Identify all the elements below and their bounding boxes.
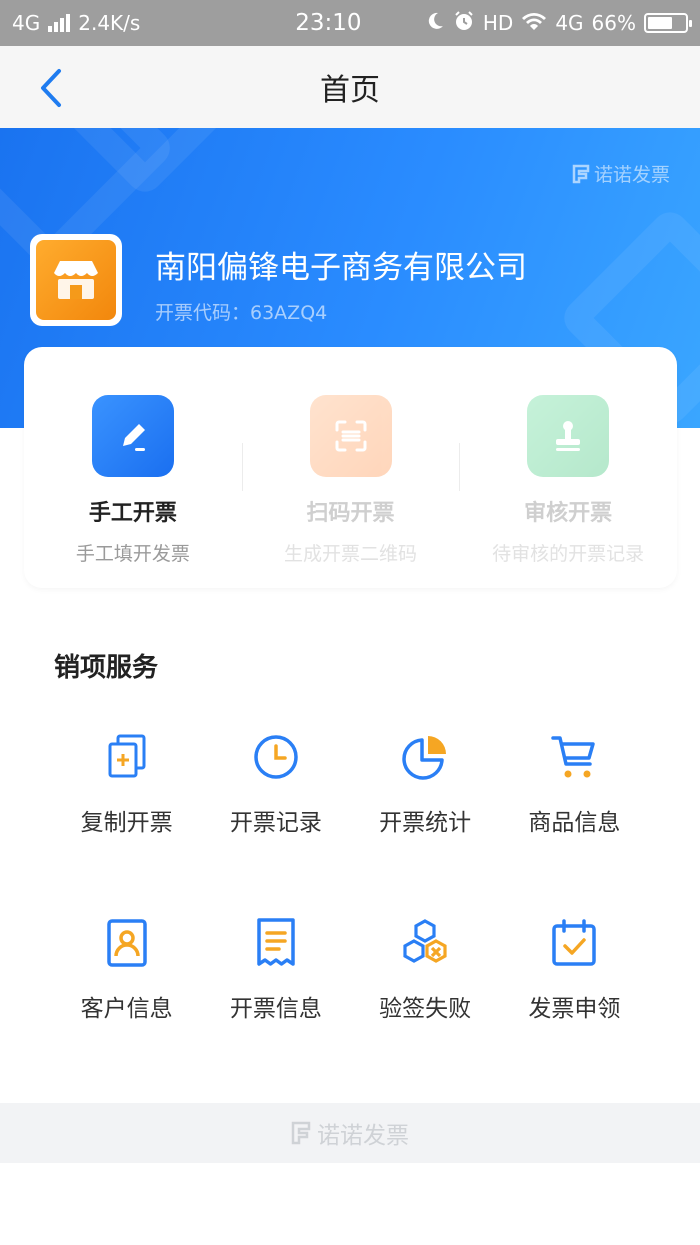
battery-icon <box>644 13 692 33</box>
quick-actions-card: 手工开票 手工填开发票 扫码开票 生成开票二维码 审核开票 待审核的开票记录 <box>24 347 677 588</box>
network-speed: 2.4K/s <box>78 11 141 35</box>
brand-logo-icon <box>572 164 590 183</box>
service-label: 验签失败 <box>379 996 472 1022</box>
service-label: 开票记录 <box>229 810 322 836</box>
scan-icon <box>309 395 392 477</box>
quick-action-title: 扫码开票 <box>306 501 395 526</box>
service-label: 客户信息 <box>80 996 173 1022</box>
quick-action-subtitle: 生成开票二维码 <box>284 543 418 565</box>
calendar-check-icon <box>546 915 602 971</box>
wifi-icon <box>521 11 547 36</box>
footer-brand: 诺诺发票 <box>0 1103 700 1163</box>
nav-bar: 首页 <box>0 46 700 128</box>
signal-icon <box>48 14 71 32</box>
hd-label: HD <box>482 11 514 35</box>
cart-icon <box>546 729 602 785</box>
back-button[interactable] <box>30 66 70 110</box>
service-invoice-application[interactable]: 发票申领 <box>500 915 649 1023</box>
network-label-2: 4G <box>555 11 584 35</box>
company-name: 南阳偏锋电子商务有限公司 <box>155 250 527 286</box>
service-invoice-info[interactable]: 开票信息 <box>201 915 350 1023</box>
invoice-code: 开票代码：63AZQ4 <box>155 302 328 324</box>
service-customer-info[interactable]: 客户信息 <box>52 915 201 1023</box>
sales-services-card: 销项服务 复制开票 开票记录 开票统计 商品信息 客户信息 开票信息 验签失败 … <box>24 611 677 1103</box>
pie-chart-icon <box>397 729 453 785</box>
brand-name: 诺诺发票 <box>593 164 670 186</box>
alarm-icon <box>453 10 475 37</box>
footer-brand-name: 诺诺发票 <box>317 1123 409 1149</box>
moon-icon <box>425 11 445 36</box>
service-invoice-records[interactable]: 开票记录 <box>201 729 350 837</box>
chevron-left-icon <box>41 69 61 107</box>
service-label: 开票统计 <box>379 810 472 836</box>
scan-invoice-button[interactable]: 扫码开票 生成开票二维码 <box>241 347 460 588</box>
contact-card-icon <box>99 915 155 971</box>
brand-logo-icon <box>291 1121 311 1145</box>
service-sign-verify-failed[interactable]: 验签失败 <box>351 915 500 1023</box>
service-invoice-stats[interactable]: 开票统计 <box>351 729 500 837</box>
service-label: 复制开票 <box>80 810 173 836</box>
service-label: 发票申领 <box>528 996 621 1022</box>
service-label: 商品信息 <box>528 810 621 836</box>
service-product-info[interactable]: 商品信息 <box>500 729 649 837</box>
services-grid: 复制开票 开票记录 开票统计 商品信息 客户信息 开票信息 验签失败 发票申领 <box>52 729 649 1023</box>
brand-watermark: 诺诺发票 <box>572 160 670 187</box>
battery-percent: 66% <box>591 11 636 35</box>
manual-invoice-button[interactable]: 手工开票 手工填开发票 <box>24 347 242 588</box>
quick-action-title: 审核开票 <box>524 501 613 526</box>
receipt-icon <box>248 915 304 971</box>
service-label: 开票信息 <box>229 996 322 1022</box>
quick-action-subtitle: 手工填开发票 <box>75 543 190 565</box>
quick-action-subtitle: 待审核的开票记录 <box>492 543 645 565</box>
network-label: 4G <box>12 11 41 35</box>
clock-icon <box>248 729 304 785</box>
shop-logo <box>30 234 122 326</box>
clock: 23:10 <box>295 10 362 36</box>
shop-icon <box>54 261 98 299</box>
pen-icon <box>91 395 174 477</box>
review-invoice-button[interactable]: 审核开票 待审核的开票记录 <box>459 347 677 588</box>
quick-action-title: 手工开票 <box>88 501 177 526</box>
hexagons-icon <box>397 915 453 971</box>
stamp-icon <box>527 395 610 477</box>
service-copy-invoice[interactable]: 复制开票 <box>52 729 201 837</box>
page-title: 首页 <box>320 73 380 108</box>
status-bar: 4G 2.4K/s 23:10 HD 4G 66% <box>0 0 700 46</box>
copy-doc-icon <box>99 729 155 785</box>
section-title: 销项服务 <box>54 653 159 683</box>
